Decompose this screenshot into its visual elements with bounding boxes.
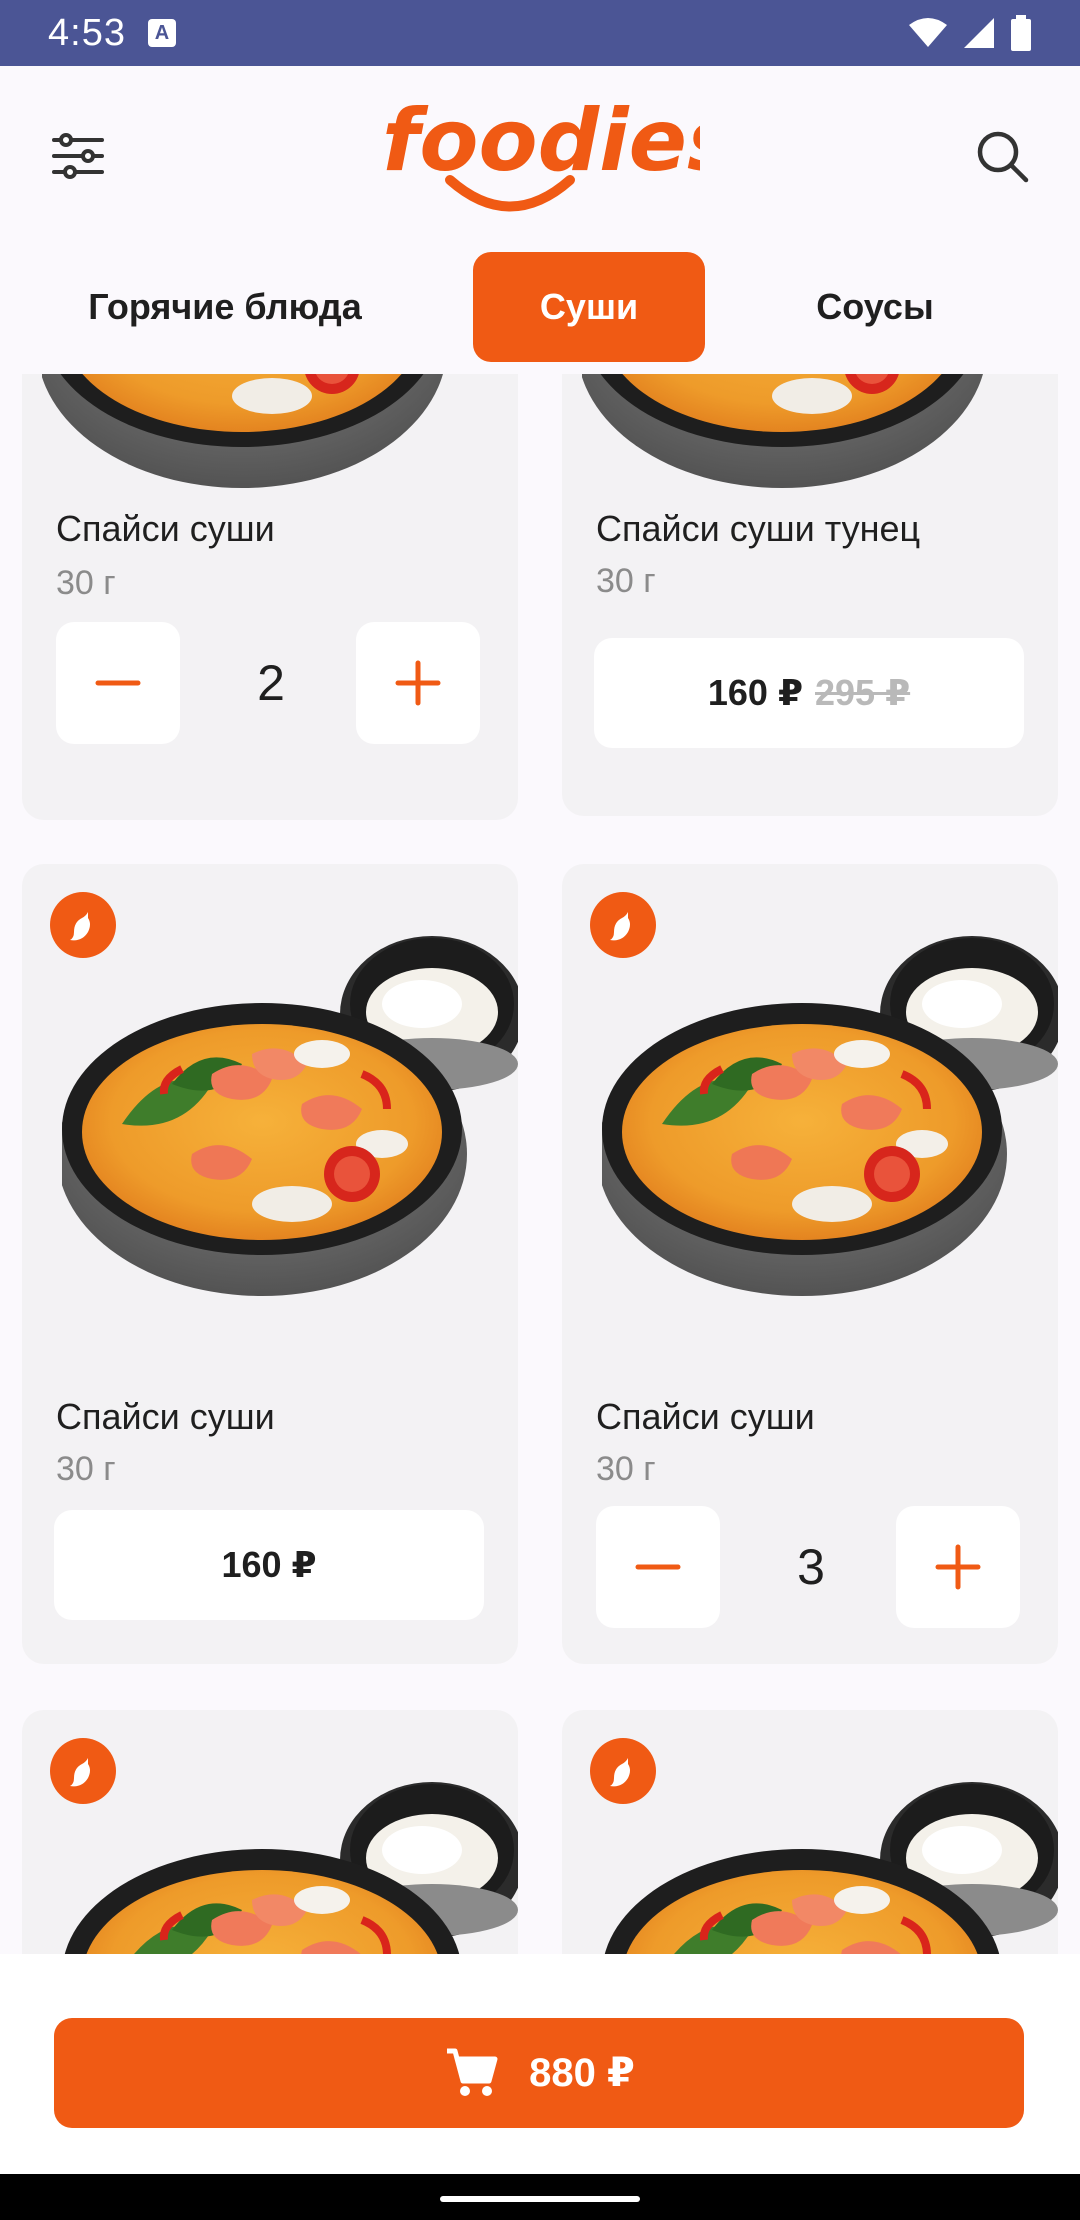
increase-button[interactable] xyxy=(896,1506,1020,1628)
quantity-stepper: 2 xyxy=(56,622,486,744)
quantity-stepper: 3 xyxy=(596,1506,1026,1628)
a-icon: A xyxy=(147,19,176,47)
product-card[interactable] xyxy=(562,1710,1058,1954)
system-nav-bar xyxy=(0,2174,1080,2220)
tab-label: Суши xyxy=(539,286,639,327)
product-card[interactable]: Спайси суши тунец 30 г 160 ₽ 295 ₽ xyxy=(562,374,1058,816)
price: 160 ₽ xyxy=(221,1544,317,1585)
product-grid[interactable]: Спайси суши 30 г 2 Спайси суши тунец 30 … xyxy=(0,374,1080,1954)
price: 160 ₽ xyxy=(707,672,803,713)
app-header: foodies Горячие блюда Суши Соусы xyxy=(0,66,1080,362)
bottom-bar: 880 ₽ xyxy=(0,1954,1080,2174)
plus-icon xyxy=(935,1544,981,1590)
product-name: Спайси суши xyxy=(56,1396,275,1437)
product-name: Спайси суши тунец xyxy=(596,508,921,549)
add-to-cart-button[interactable]: 160 ₽ xyxy=(54,1510,484,1620)
quantity-value: 2 xyxy=(257,655,285,711)
search-icon xyxy=(977,131,1029,183)
old-price: 295 ₽ xyxy=(815,672,911,713)
product-weight: 30 г xyxy=(56,564,116,602)
product-card[interactable] xyxy=(22,1710,518,1954)
foodies-logo: foodies xyxy=(382,91,700,212)
cart-button[interactable]: 880 ₽ xyxy=(54,2018,1024,2128)
status-icons xyxy=(908,15,1032,51)
product-photo xyxy=(42,374,502,496)
clock: 4:53 xyxy=(48,11,126,54)
tab-label: Горячие блюда xyxy=(88,286,362,327)
category-tabs: Горячие блюда Суши Соусы xyxy=(0,252,1080,364)
add-to-cart-button[interactable]: 160 ₽ 295 ₽ xyxy=(594,638,1024,748)
product-weight: 30 г xyxy=(596,1450,656,1488)
decrease-button[interactable] xyxy=(56,622,180,744)
signal-icon xyxy=(964,18,994,48)
increase-button[interactable] xyxy=(356,622,480,744)
product-photo xyxy=(602,904,1058,1304)
tab-sauces[interactable]: Соусы xyxy=(740,252,1010,362)
product-card[interactable]: Спайси суши 30 г 3 xyxy=(562,864,1058,1664)
cart-icon xyxy=(447,2048,498,2096)
decrease-button[interactable] xyxy=(596,1506,720,1628)
filter-icon xyxy=(52,133,104,179)
minus-icon xyxy=(95,680,141,686)
tab-sushi[interactable]: Суши xyxy=(473,252,705,362)
tab-hot-dishes[interactable]: Горячие блюда xyxy=(40,252,410,362)
product-name: Спайси суши xyxy=(596,1396,815,1437)
product-card[interactable]: Спайси суши 30 г 160 ₽ xyxy=(22,864,518,1664)
svg-text:foodies: foodies xyxy=(382,91,700,191)
quantity-value: 3 xyxy=(797,1539,825,1595)
cart-total: 880 ₽ xyxy=(529,2051,635,2095)
wifi-icon xyxy=(909,18,947,47)
status-bar: 4:53 A xyxy=(0,0,1080,66)
product-card[interactable]: Спайси суши 30 г 2 xyxy=(22,374,518,820)
product-weight: 30 г xyxy=(596,562,656,600)
product-photo xyxy=(62,904,518,1304)
tab-label: Соусы xyxy=(816,286,934,327)
product-weight: 30 г xyxy=(56,1450,116,1488)
product-photo xyxy=(602,1750,1058,1954)
minus-icon xyxy=(635,1564,681,1570)
product-name: Спайси суши xyxy=(56,508,275,549)
home-gesture-handle[interactable] xyxy=(440,2196,640,2202)
product-photo xyxy=(582,374,1042,496)
plus-icon xyxy=(395,660,441,706)
battery-icon xyxy=(1011,15,1031,51)
product-photo xyxy=(62,1750,518,1954)
filter-button[interactable] xyxy=(48,126,108,186)
search-button[interactable] xyxy=(972,126,1032,186)
